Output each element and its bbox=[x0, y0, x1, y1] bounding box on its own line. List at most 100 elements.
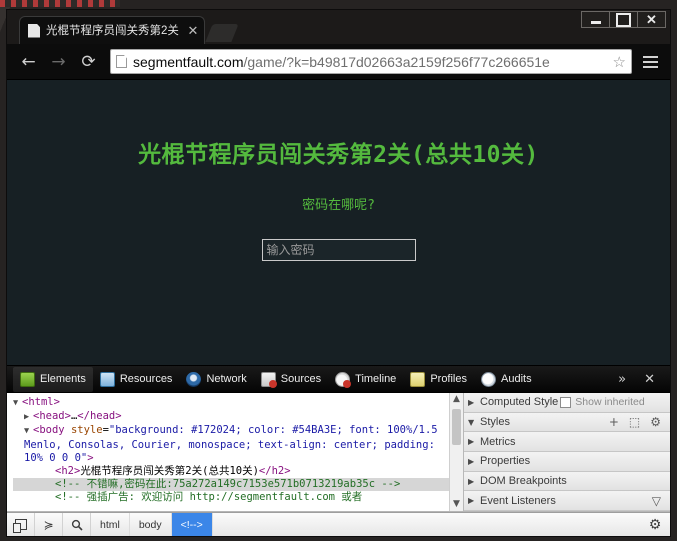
add-style-rule-icon[interactable]: + bbox=[604, 415, 624, 429]
filter-icon[interactable]: ▽ bbox=[647, 494, 666, 508]
sidebar-section-styles[interactable]: ▼ Styles + ⬚ ⚙ bbox=[464, 413, 670, 433]
window-controls: ✕ bbox=[582, 11, 666, 28]
breadcrumb-filler bbox=[213, 513, 640, 536]
tab-resources-label: Resources bbox=[120, 373, 173, 385]
dom-node-content: <head>…</head> bbox=[33, 410, 122, 422]
tab-network-label: Network bbox=[206, 373, 246, 385]
profiles-icon bbox=[410, 372, 425, 387]
page-title: 光棍节程序员闯关秀第2关(总共10关) bbox=[138, 138, 539, 173]
dom-node-line[interactable]: <!-- 不错嘛,密码在此:75a272a149c7153e571b071321… bbox=[13, 478, 449, 491]
sidebar-dom-breakpoints-label: DOM Breakpoints bbox=[480, 475, 567, 487]
settings-gear-icon[interactable]: ⚙ bbox=[640, 513, 670, 536]
address-bar-url: segmentfault.com/game/?k=b49817d02663a21… bbox=[133, 54, 609, 70]
tab-sources-label: Sources bbox=[281, 373, 321, 385]
expanded-twisty-icon[interactable]: ▼ bbox=[24, 425, 33, 438]
sidebar-metrics-label: Metrics bbox=[480, 436, 515, 448]
tab-timeline[interactable]: Timeline bbox=[328, 367, 403, 392]
tab-resources[interactable]: Resources bbox=[93, 367, 180, 392]
scroll-down-icon[interactable]: ▼ bbox=[450, 498, 463, 511]
devtools-status-bar: ≽ html body <!--> ⚙ bbox=[7, 512, 670, 536]
dom-node-content: <!-- 强插广告: 欢迎访问 http://segmentfault.com … bbox=[55, 491, 362, 503]
bookmark-star-icon[interactable]: ☆ bbox=[609, 53, 626, 71]
scroll-up-icon[interactable]: ▲ bbox=[450, 393, 463, 406]
breadcrumb-body[interactable]: body bbox=[130, 513, 172, 536]
close-button[interactable]: ✕ bbox=[637, 11, 666, 28]
browser-window: 光棍节程序员闯关秀第2关 ✕ ✕ ← → ⟳ segmentfault.com/… bbox=[6, 9, 671, 537]
scrollbar-thumb[interactable] bbox=[452, 409, 461, 445]
sidebar-section-properties[interactable]: ▶ Properties bbox=[464, 452, 670, 472]
devtools-panel: Elements Resources Network Sources Timel… bbox=[7, 366, 670, 536]
tab-title: 光棍节程序员闯关秀第2关 bbox=[46, 24, 186, 38]
maximize-button[interactable] bbox=[609, 11, 638, 28]
devtools-sidebar: ▶ Computed Style Show inherited ▼ Styles… bbox=[464, 393, 670, 511]
chevron-right-icon: ▶ bbox=[468, 437, 480, 446]
timeline-icon bbox=[335, 372, 350, 387]
browser-tab[interactable]: 光棍节程序员闯关秀第2关 ✕ bbox=[19, 16, 205, 44]
audits-icon bbox=[481, 372, 496, 387]
tab-timeline-label: Timeline bbox=[355, 373, 396, 385]
address-bar[interactable]: segmentfault.com/game/?k=b49817d02663a21… bbox=[110, 49, 632, 74]
dom-node-line[interactable]: <!-- 强插广告: 欢迎访问 http://segmentfault.com … bbox=[13, 491, 449, 504]
page-document-icon bbox=[116, 55, 127, 68]
desktop-background: 光棍节程序员闯关秀第2关 ✕ ✕ ← → ⟳ segmentfault.com/… bbox=[0, 0, 677, 541]
sidebar-section-event-listeners[interactable]: ▶ Event Listeners ▽ bbox=[464, 491, 670, 511]
sidebar-section-metrics[interactable]: ▶ Metrics bbox=[464, 432, 670, 452]
collapsed-twisty-icon[interactable]: ▶ bbox=[24, 411, 33, 424]
sidebar-styles-label: Styles bbox=[480, 416, 510, 428]
network-icon bbox=[186, 372, 201, 387]
console-drawer-icon[interactable]: ≽ bbox=[35, 513, 63, 536]
select-element-icon[interactable]: ⬚ bbox=[624, 415, 645, 429]
new-tab-button[interactable] bbox=[205, 24, 238, 42]
resources-icon bbox=[100, 372, 115, 387]
sidebar-section-dom-breakpoints[interactable]: ▶ DOM Breakpoints bbox=[464, 472, 670, 492]
dom-node-line[interactable]: ▼<html> bbox=[13, 396, 449, 410]
tab-close-icon[interactable]: ✕ bbox=[186, 24, 200, 37]
navigation-toolbar: ← → ⟳ segmentfault.com/game/?k=b49817d02… bbox=[7, 44, 670, 80]
document-icon bbox=[28, 24, 40, 38]
back-icon[interactable]: ← bbox=[15, 48, 42, 75]
dom-tree-scrollbar[interactable]: ▲ ▼ bbox=[449, 393, 463, 511]
tab-profiles-label: Profiles bbox=[430, 373, 467, 385]
tab-profiles[interactable]: Profiles bbox=[403, 367, 474, 392]
chevron-right-icon: ▶ bbox=[468, 496, 480, 505]
breadcrumb-html[interactable]: html bbox=[91, 513, 130, 536]
browser-menu-icon[interactable] bbox=[640, 49, 662, 75]
wallpaper-accent-strip bbox=[0, 0, 120, 7]
dock-to-side-icon[interactable] bbox=[7, 513, 35, 536]
devtools-body: ▼<html>▶<head>…</head>▼<body style="back… bbox=[7, 393, 670, 512]
tab-elements[interactable]: Elements bbox=[13, 367, 93, 392]
tab-sources[interactable]: Sources bbox=[254, 367, 328, 392]
minimize-button[interactable] bbox=[581, 11, 610, 28]
show-inherited-label: Show inherited bbox=[575, 396, 644, 408]
dom-node-line[interactable]: <h2>光棍节程序员闯关秀第2关(总共10关)</h2> bbox=[13, 465, 449, 478]
devtools-overflow-icon[interactable]: » bbox=[609, 372, 635, 387]
forward-icon[interactable]: → bbox=[45, 48, 72, 75]
dom-tree-pane: ▼<html>▶<head>…</head>▼<body style="back… bbox=[7, 393, 464, 511]
dom-node-line[interactable]: ▶<head>…</head> bbox=[13, 410, 449, 424]
title-bar: 光棍节程序员闯关秀第2关 ✕ ✕ bbox=[7, 10, 670, 44]
tab-elements-label: Elements bbox=[40, 373, 86, 385]
tab-network[interactable]: Network bbox=[179, 367, 253, 392]
dom-node-content: <body style="background: #172024; color:… bbox=[24, 424, 444, 463]
breadcrumb-comment[interactable]: <!--> bbox=[172, 513, 213, 536]
chevron-right-icon: ▶ bbox=[468, 457, 480, 466]
sidebar-section-computed-style[interactable]: ▶ Computed Style Show inherited bbox=[464, 393, 670, 413]
expanded-twisty-icon[interactable]: ▼ bbox=[13, 397, 22, 410]
url-path: /game/?k=b49817d02663a2159f256f77c266651… bbox=[244, 54, 550, 70]
reload-icon[interactable]: ⟳ bbox=[75, 48, 102, 75]
password-input[interactable] bbox=[262, 239, 416, 261]
devtools-close-icon[interactable]: ✕ bbox=[635, 372, 664, 387]
tab-audits[interactable]: Audits bbox=[474, 367, 539, 392]
chevron-right-icon: ▶ bbox=[468, 477, 480, 486]
elements-icon bbox=[20, 372, 35, 387]
search-icon[interactable] bbox=[63, 513, 91, 536]
devtools-tabbar: Elements Resources Network Sources Timel… bbox=[7, 366, 670, 393]
sidebar-computed-style-label: Computed Style bbox=[480, 396, 558, 408]
gear-icon[interactable]: ⚙ bbox=[645, 415, 666, 429]
dom-node-line[interactable]: ▼<body style="background: #172024; color… bbox=[13, 424, 449, 465]
show-inherited-checkbox[interactable] bbox=[560, 397, 571, 408]
dom-node-content: <!-- 不错嘛,密码在此:75a272a149c7153e571b071321… bbox=[55, 478, 400, 490]
dom-tree[interactable]: ▼<html>▶<head>…</head>▼<body style="back… bbox=[7, 393, 449, 511]
chevron-down-icon: ▼ bbox=[468, 418, 480, 427]
sidebar-event-listeners-label: Event Listeners bbox=[480, 495, 556, 507]
